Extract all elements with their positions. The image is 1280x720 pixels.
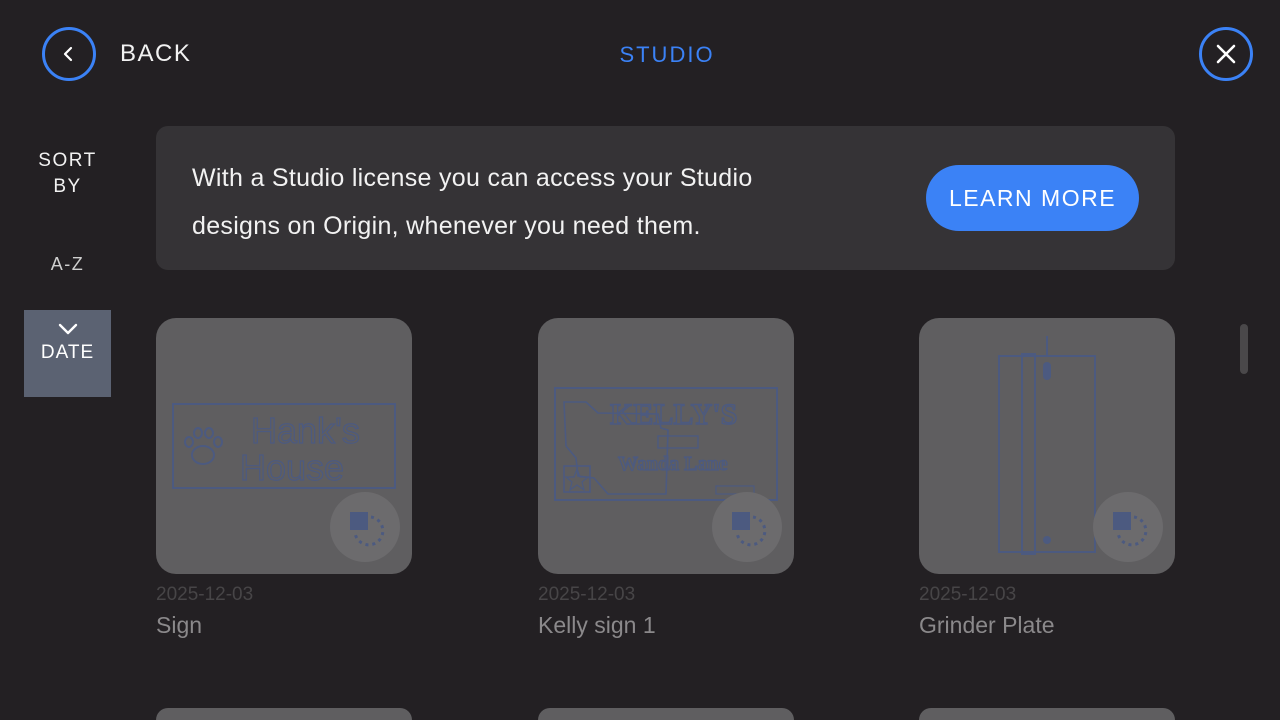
thumb-text-line1: Hank's [251, 410, 360, 451]
sort-option-date-label: DATE [40, 342, 95, 363]
studio-badge [1093, 492, 1163, 562]
studio-icon [1113, 512, 1148, 547]
design-card-partial[interactable] [156, 708, 412, 720]
design-name: Kelly sign 1 [538, 612, 656, 638]
sort-title-line1: SORT [38, 150, 97, 171]
header: BACK STUDIO [0, 0, 1280, 110]
license-banner: With a Studio license you can access you… [156, 126, 1175, 270]
thumb-text-line1: KELLY'S [610, 398, 737, 431]
design-name: Sign [156, 612, 203, 638]
design-date: 2025-12-03 [538, 584, 636, 605]
studio-icon [732, 512, 767, 547]
back-button[interactable] [42, 27, 96, 81]
scrollbar-thumb[interactable] [1240, 324, 1248, 374]
design-thumbnail[interactable]: KELLY'S Wanda Lane [538, 318, 794, 574]
studio-badge [712, 492, 782, 562]
page-title: STUDIO [619, 42, 715, 67]
sort-title: SORT BY [24, 148, 111, 200]
studio-badge [330, 492, 400, 562]
chevron-down-icon [58, 323, 77, 335]
learn-more-button[interactable]: LEARN MORE [926, 165, 1139, 231]
close-icon [1216, 44, 1236, 64]
design-name: Grinder Plate [919, 612, 1055, 638]
thumb-text-line2: House [240, 447, 344, 488]
close-button[interactable] [1199, 27, 1253, 81]
design-date: 2025-12-03 [156, 584, 254, 605]
sort-panel: SORT BY A-Z DATE [24, 148, 111, 397]
sort-title-line2: BY [53, 176, 82, 197]
banner-line-2: designs on Origin, whenever you need the… [192, 212, 701, 240]
design-thumbnail[interactable]: Hank's House [156, 318, 412, 574]
sort-option-az[interactable]: A-Z [24, 254, 111, 275]
back-label[interactable]: BACK [120, 40, 191, 68]
studio-icon [350, 512, 385, 547]
design-card-partial[interactable] [538, 708, 794, 720]
design-card-partial[interactable] [919, 708, 1175, 720]
design-thumbnail[interactable] [919, 318, 1175, 574]
chevron-left-icon [63, 46, 73, 62]
thumb-text-line2: Wanda Lane [618, 453, 728, 475]
design-date: 2025-12-03 [919, 584, 1017, 605]
sort-option-date[interactable]: DATE [24, 310, 111, 397]
banner-message: With a Studio license you can access you… [192, 130, 842, 250]
banner-line-1: With a Studio license you can access you… [192, 164, 753, 192]
